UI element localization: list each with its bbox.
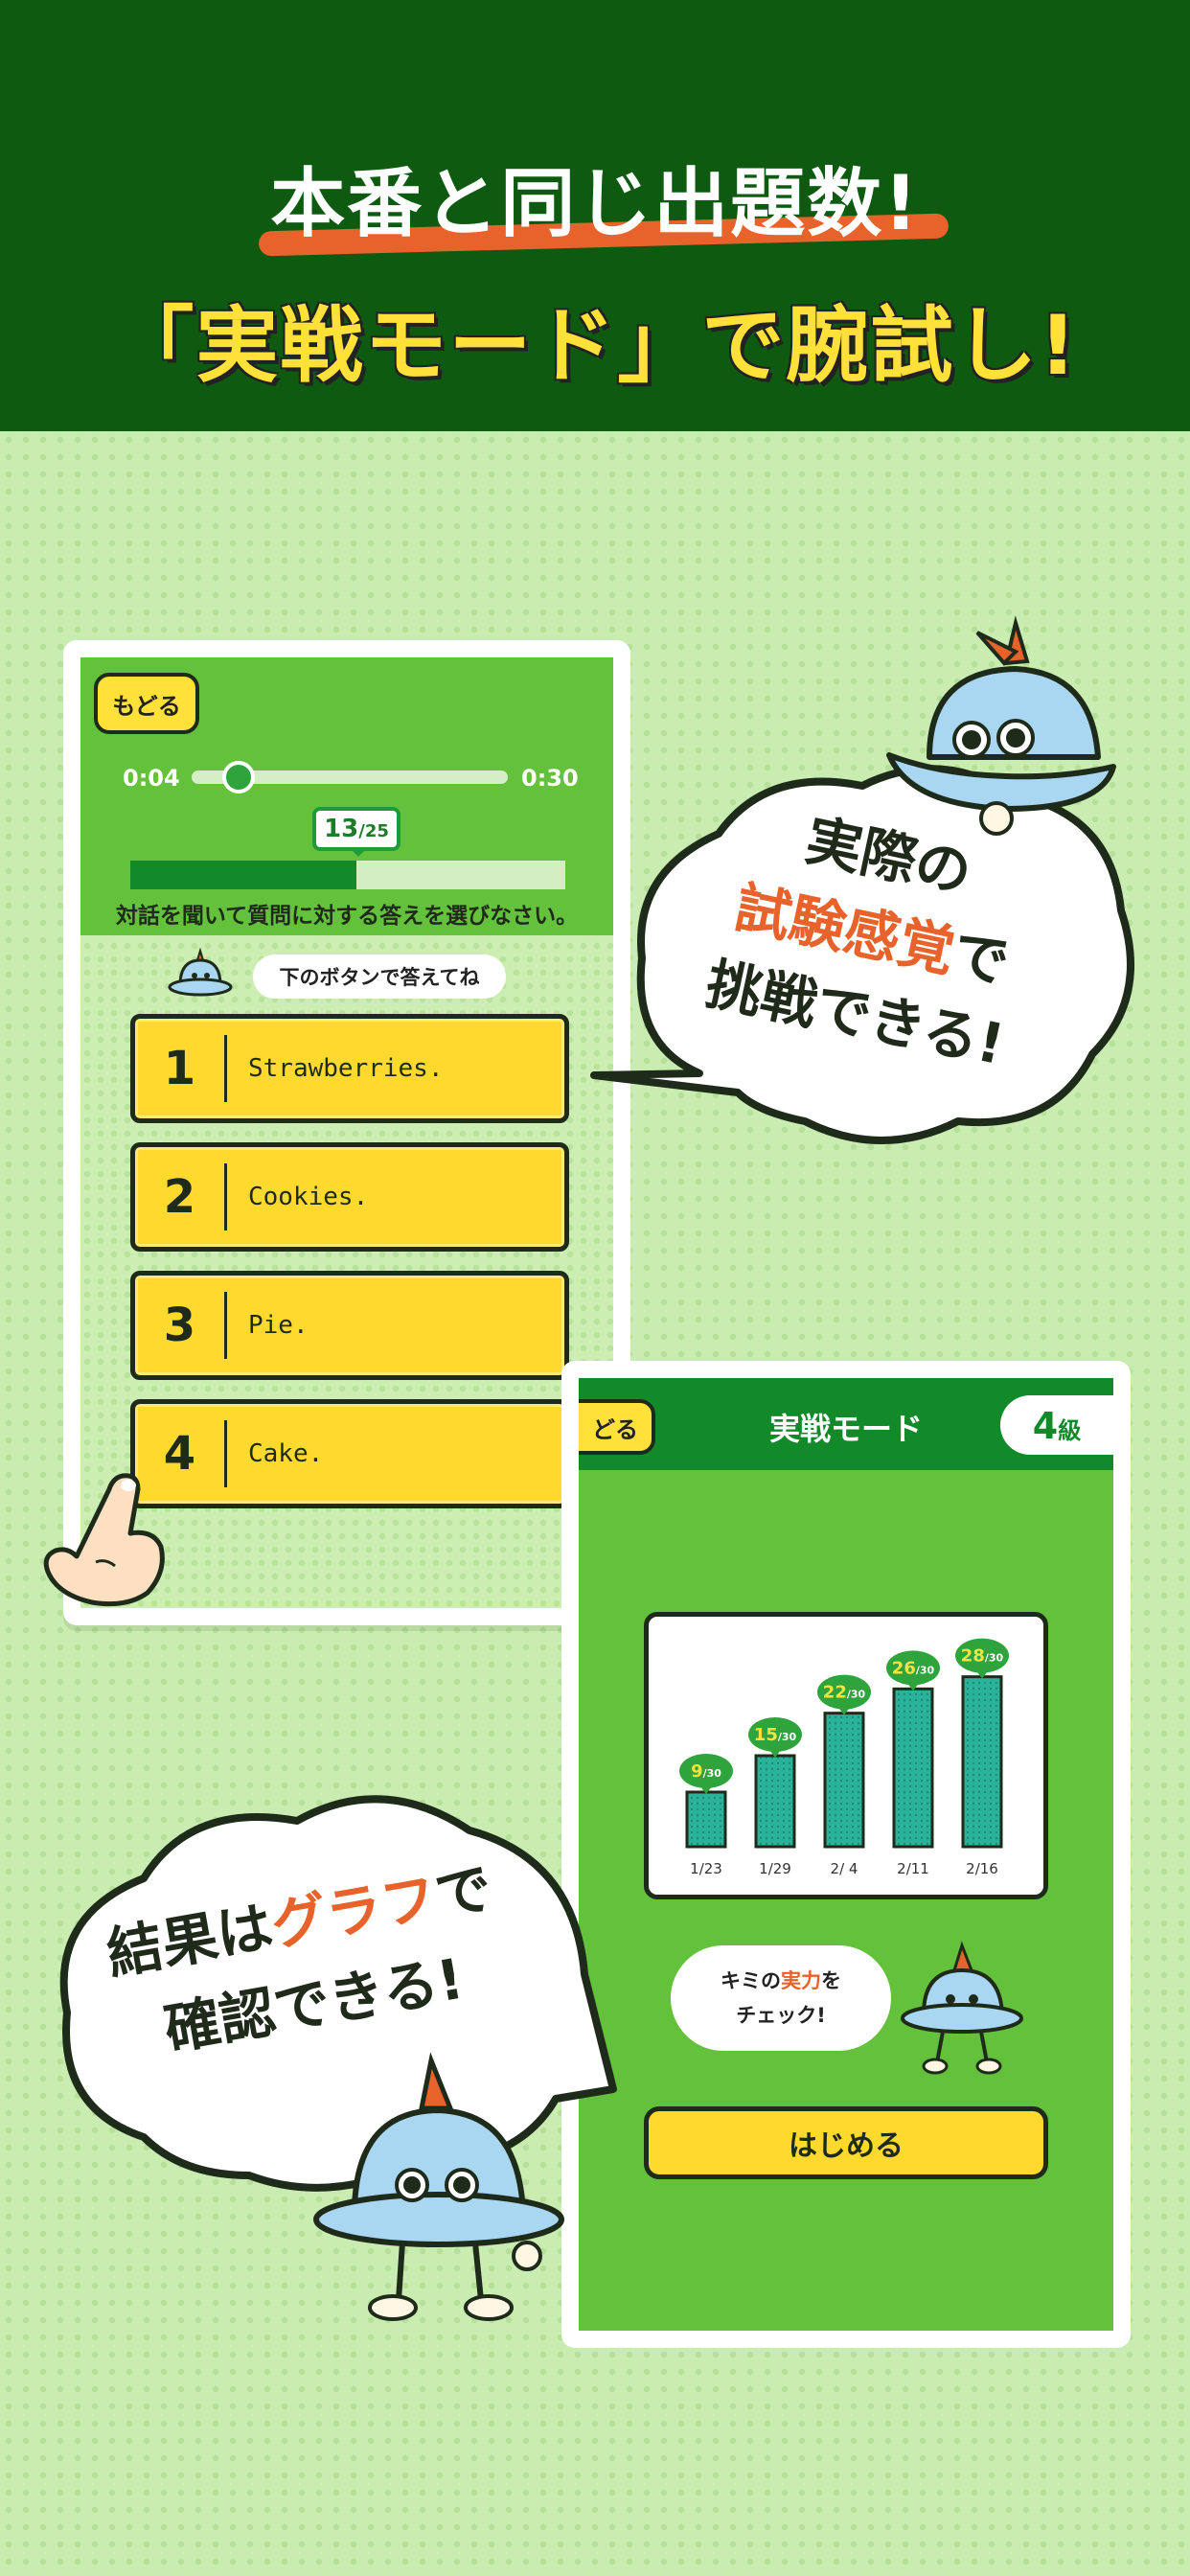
mascot-small-icon <box>901 1941 1023 2075</box>
answer-text: Pie. <box>248 1311 309 1340</box>
answer-number: 3 <box>135 1292 227 1359</box>
question-counter-pointer <box>349 847 368 857</box>
answer-number: 1 <box>135 1035 227 1102</box>
answer-number: 2 <box>135 1163 227 1230</box>
pointing-hand-icon <box>43 1473 165 1607</box>
question-total: /25 <box>358 821 389 841</box>
answer-text: Strawberries. <box>248 1054 444 1083</box>
chart-tick-label: 1/29 <box>759 1860 791 1877</box>
check-line1-pre: キミの <box>721 1969 781 1992</box>
mascot-character-top <box>886 615 1116 836</box>
chart-tick-label: 2/ 4 <box>831 1860 858 1877</box>
question-current: 13 <box>324 815 359 843</box>
result-screen-mockup: どる 実戦モード 4 級 9/30 1/23 15/30 1/29 22/30 2/ 42… <box>561 1361 1131 2348</box>
answer-button-2[interactable]: 2 Cookies. <box>130 1142 569 1252</box>
answer-text: Cake. <box>248 1439 324 1468</box>
grade-unit: 級 <box>1058 1417 1082 1444</box>
question-counter: 13 /25 <box>312 807 400 851</box>
start-button[interactable]: はじめる <box>644 2106 1048 2179</box>
grade-badge: 4 級 <box>1000 1395 1113 1455</box>
audio-time-total: 0:30 <box>521 765 579 792</box>
quiz-top-panel: もどる 0:04 0:30 13 /25 対話を聞いて質問に対する答えを選びなさ… <box>80 657 613 935</box>
grade-number: 4 <box>1032 1405 1059 1447</box>
check-line2: チェック! <box>736 2004 826 2027</box>
back-button[interactable]: もどる <box>94 673 199 734</box>
audio-time-current: 0:04 <box>123 765 180 792</box>
chart-bar <box>685 1790 727 1849</box>
question-progress-bar <box>130 861 565 889</box>
chart-tick-label: 2/16 <box>966 1860 998 1877</box>
score-chart-card: 9/30 1/23 15/30 1/29 22/30 2/ 4 26/30 2/11 28/30… <box>644 1612 1048 1899</box>
result-header-bar: どる 実戦モード 4 級 <box>579 1378 1113 1470</box>
question-progress-fill <box>130 861 357 889</box>
check-line1-highlight: 実力 <box>781 1969 821 1992</box>
answer-button-3[interactable]: 3 Pie. <box>130 1271 569 1380</box>
headline-line1: 本番と同じ出題数! <box>270 161 920 247</box>
check-ability-bubble: キミの実力を チェック! <box>671 1945 891 2051</box>
check-line1-post: を <box>821 1969 841 1992</box>
result-screen: どる 実戦モード 4 級 9/30 1/23 15/30 1/29 22/30 2/ 42… <box>579 1378 1113 2331</box>
mascot-icon <box>168 947 233 997</box>
hint-bubble: 下のボタンで答えてね <box>253 954 506 999</box>
bubble-right-line2-rest: で <box>947 920 1015 997</box>
chart-bar <box>892 1687 934 1849</box>
audio-slider-knob[interactable] <box>222 761 255 794</box>
chart-bar <box>823 1712 865 1849</box>
score-bar-chart: 9/301/2315/301/2922/302/ 426/302/1128/30… <box>679 1638 1009 1877</box>
answer-button-1[interactable]: 1 Strawberries. <box>130 1014 569 1123</box>
mascot-character-bottom <box>313 2052 564 2321</box>
chart-bar <box>754 1754 796 1849</box>
headline-line2: 「実戦モード」で腕試し! <box>111 298 1079 394</box>
answer-button-4[interactable]: 4 Cake. <box>130 1399 569 1508</box>
answer-text: Cookies. <box>248 1183 369 1211</box>
chart-tick-label: 1/23 <box>690 1860 722 1877</box>
chart-bar <box>961 1675 1003 1849</box>
chart-tick-label: 2/11 <box>897 1860 929 1877</box>
question-instruction: 対話を聞いて質問に対する答えを選びなさい。 <box>115 904 579 929</box>
promo-header: 本番と同じ出題数! 「実戦モード」で腕試し! <box>0 0 1190 431</box>
check-line1: キミの実力を <box>721 1964 841 1998</box>
bubble-left-line1-post: で <box>430 1854 497 1929</box>
